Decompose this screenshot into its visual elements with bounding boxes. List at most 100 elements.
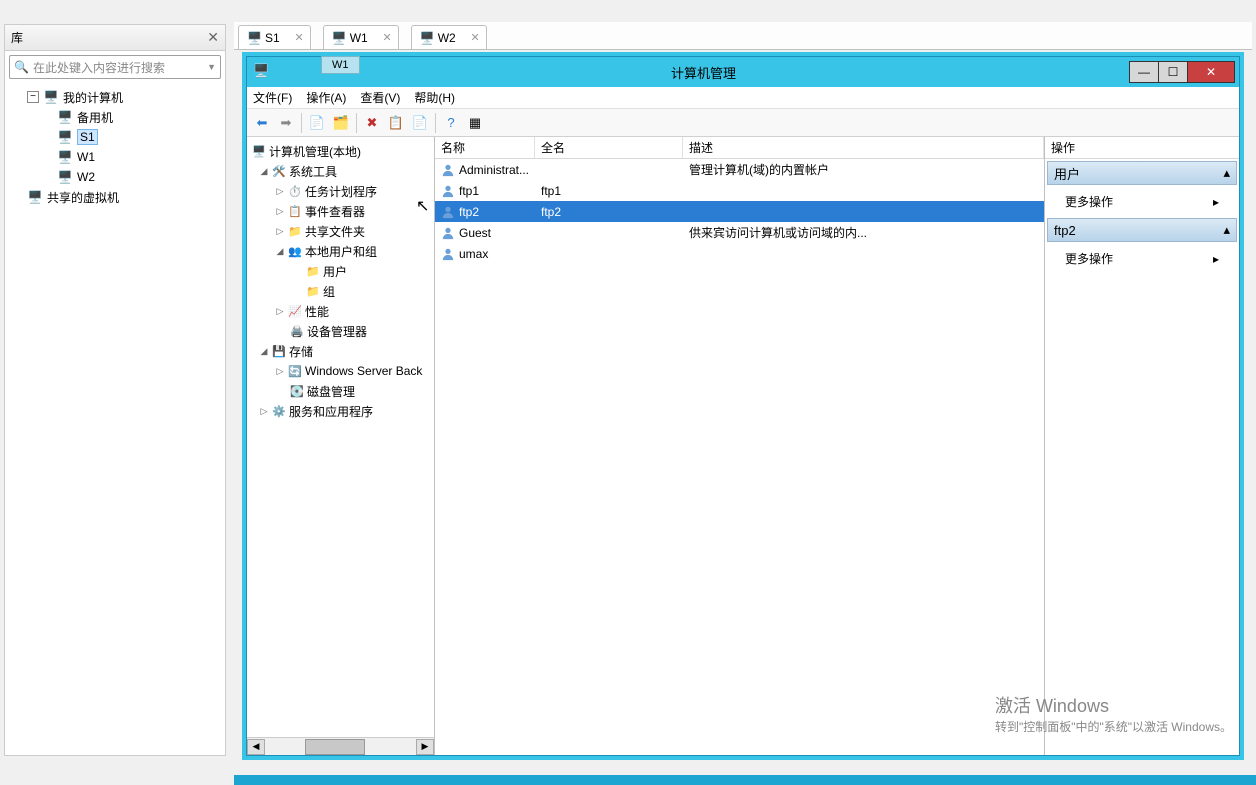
tree-row-share[interactable]: ▷ 📁 共享文件夹 [247,221,434,241]
expander-closed-icon[interactable]: ▷ [275,366,285,377]
action-label: 更多操作 [1065,193,1113,210]
tree-row-shared[interactable]: 🖥️ 共享的虚拟机 [9,187,221,207]
tree-row-systools[interactable]: ◢ 🛠️ 系统工具 [247,161,434,181]
close-icon[interactable]: ✕ [294,31,303,44]
tree-row-devmgr[interactable]: 🖨️ 设备管理器 [247,321,434,341]
tree-label: W2 [77,170,95,184]
up-button[interactable]: 📄 [306,112,328,134]
chevron-down-icon[interactable]: ▼ [207,62,216,72]
list-row[interactable]: ftp1ftp1 [435,180,1044,201]
titlebar[interactable]: W1 🖥️ 计算机管理 — ☐ ✕ [247,57,1239,87]
vm-icon: 🖥️ [247,31,261,45]
tree-row-perf[interactable]: ▷ 📈 性能 [247,301,434,321]
expander-closed-icon[interactable]: ▷ [275,186,285,197]
tree-row-localusers[interactable]: ◢ 👥 本地用户和组 [247,241,434,261]
tree-row-groups[interactable]: 📁 组 [247,281,434,301]
tree-label: 计算机管理(本地) [269,143,361,160]
tree-row-wsb[interactable]: ▷ 🔄 Windows Server Back [247,361,434,381]
expander-open-icon[interactable]: ◢ [275,246,285,257]
services-icon: ⚙️ [271,403,287,419]
vm-icon: 🖥️ [332,31,346,45]
col-name[interactable]: 名称 [435,137,535,158]
tab-s1[interactable]: 🖥️ S1 ✕ [238,25,311,49]
tree-row-root[interactable]: 🖥️ 计算机管理(本地) [247,141,434,161]
properties-button[interactable]: 📋 [385,112,407,134]
close-button[interactable]: ✕ [1187,61,1235,83]
folder-icon: 📁 [305,283,321,299]
tree-label: 共享文件夹 [305,223,365,240]
show-hide-button[interactable]: 🗂️ [330,112,352,134]
tree-label: 性能 [305,303,329,320]
tree-row-users[interactable]: 📁 用户 [247,261,434,281]
scroll-left-button[interactable]: ◀ [247,739,265,755]
menu-help[interactable]: 帮助(H) [414,89,455,106]
action-pane-button[interactable]: ▦ [464,112,486,134]
forward-button[interactable]: ➡ [275,112,297,134]
maximize-button[interactable]: ☐ [1158,61,1188,83]
expander-open-icon[interactable]: ◢ [259,346,269,357]
actions-section-ftp2[interactable]: ftp2 ▴ [1047,218,1237,242]
library-search[interactable]: 🔍 在此处键入内容进行搜索 ▼ [9,55,221,79]
tree-row-task[interactable]: ▷ ⏱️ 任务计划程序 [247,181,434,201]
tab-w1[interactable]: 🖥️ W1 ✕ [323,25,399,49]
vm-icon: 🖥️ [57,110,73,124]
tree-row-w2[interactable]: 🖥️ W2 [9,167,221,187]
tree-row-w1[interactable]: 🖥️ W1 [9,147,221,167]
library-panel: 库 ✕ 🔍 在此处键入内容进行搜索 ▼ − 🖥️ 我的计算机 🖥️ 备用机 🖥️… [4,24,226,756]
tree-row-backup[interactable]: 🖥️ 备用机 [9,107,221,127]
actions-more-1[interactable]: 更多操作 ▸ [1045,187,1239,216]
export-button[interactable]: 📄 [409,112,431,134]
expander-closed-icon[interactable]: ▷ [259,406,269,417]
tab-label: W1 [350,31,368,45]
col-desc[interactable]: 描述 [683,137,1044,158]
list-row[interactable]: Administrat...管理计算机(域)的内置帐户 [435,159,1044,180]
cell-name: ftp2 [435,205,535,219]
close-icon[interactable]: ✕ [382,31,391,44]
tree-row-services[interactable]: ▷ ⚙️ 服务和应用程序 [247,401,434,421]
tree-row-event[interactable]: ▷ 📋 事件查看器 [247,201,434,221]
expander-closed-icon[interactable]: ▷ [275,226,285,237]
cell-name: Administrat... [435,163,535,177]
expander-closed-icon[interactable]: ▷ [275,206,285,217]
menu-file[interactable]: 文件(F) [253,89,292,106]
actions-more-2[interactable]: 更多操作 ▸ [1045,244,1239,273]
scroll-track[interactable] [265,739,416,755]
list-row[interactable]: Guest供来宾访问计算机或访问域的内... [435,222,1044,243]
section-label: 用户 [1054,164,1080,183]
expander-open-icon[interactable]: ◢ [259,166,269,177]
col-fullname[interactable]: 全名 [535,137,683,158]
actions-section-users[interactable]: 用户 ▴ [1047,161,1237,185]
list-row[interactable]: ftp2ftp2 [435,201,1044,222]
tree-row-storage[interactable]: ◢ 💾 存储 [247,341,434,361]
toolbar: ⬅ ➡ 📄 🗂️ ✖ 📋 📄 ? ▦ [247,109,1239,137]
tree-label: Windows Server Back [305,364,422,378]
back-button[interactable]: ⬅ [251,112,273,134]
list-row[interactable]: umax [435,243,1044,264]
chevron-up-icon: ▴ [1223,222,1230,238]
minimize-button[interactable]: — [1129,61,1159,83]
expander-icon[interactable]: − [27,91,39,103]
tab-w2[interactable]: 🖥️ W2 ✕ [411,25,487,49]
tree-row-diskmgr[interactable]: 💽 磁盘管理 [247,381,434,401]
chevron-right-icon: ▸ [1213,195,1219,209]
vm-icon: 🖥️ [57,130,73,144]
separator [356,113,357,133]
tree-row-mycomputer[interactable]: − 🖥️ 我的计算机 [9,87,221,107]
tree-label: 系统工具 [289,163,337,180]
menu-action[interactable]: 操作(A) [306,89,346,106]
tree-row-s1[interactable]: 🖥️ S1 [9,127,221,147]
mmc-tree: 🖥️ 计算机管理(本地) ◢ 🛠️ 系统工具 ▷ ⏱️ 任务计划程序 ▷ 📋 事… [247,137,435,755]
tree-label: 用户 [323,263,347,280]
close-icon[interactable]: ✕ [470,31,479,44]
section-label: ftp2 [1054,223,1076,238]
library-close-icon[interactable]: ✕ [207,29,219,46]
scroll-thumb[interactable] [305,739,365,755]
delete-button[interactable]: ✖ [361,112,383,134]
tree-hscrollbar[interactable]: ◀ ▶ [247,737,434,755]
help-button[interactable]: ? [440,112,462,134]
computer-icon: 🖥️ [43,90,59,104]
expander-closed-icon[interactable]: ▷ [275,306,285,317]
vm-icon: 🖥️ [57,170,73,184]
menu-view[interactable]: 查看(V) [360,89,400,106]
scroll-right-button[interactable]: ▶ [416,739,434,755]
